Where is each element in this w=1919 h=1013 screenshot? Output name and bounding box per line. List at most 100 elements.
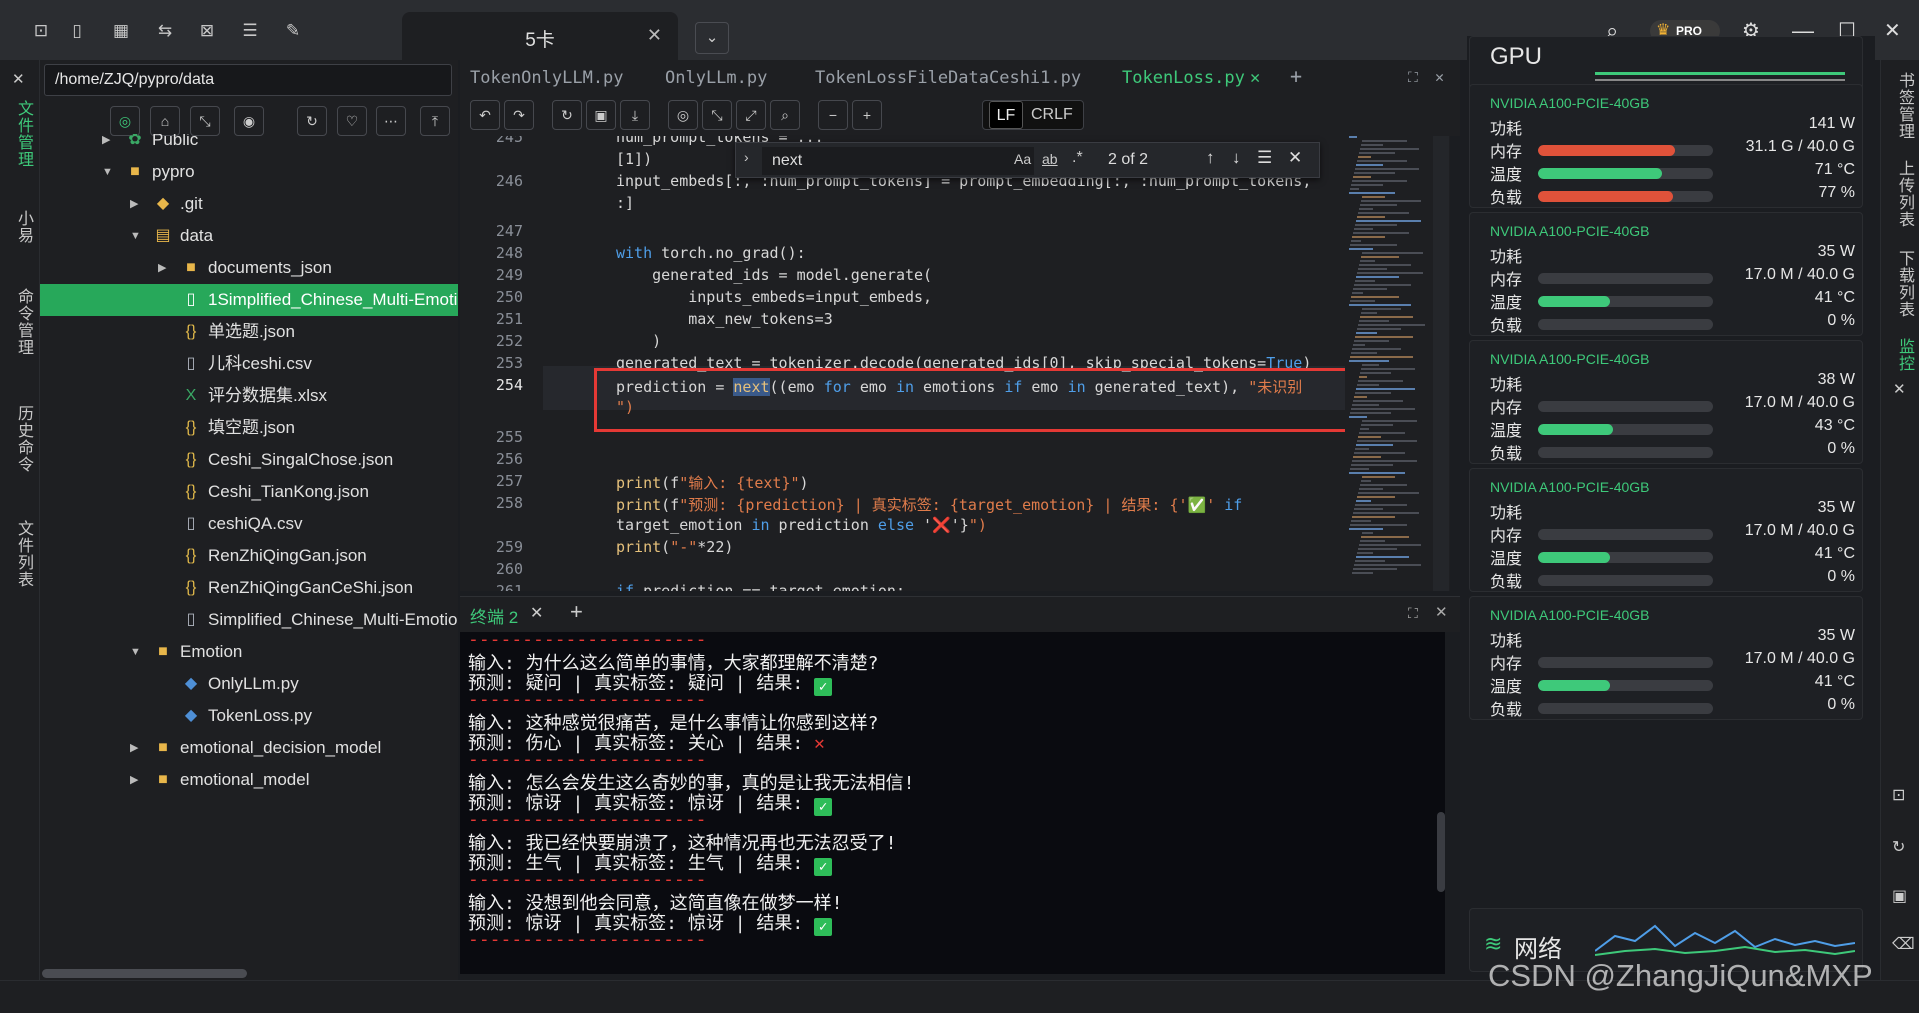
close-icon[interactable]: ✕ — [1288, 148, 1302, 168]
window-close-icon[interactable]: ✕ — [1884, 18, 1901, 43]
rail-monitor[interactable]: 监控 — [1892, 338, 1916, 372]
code-line[interactable]: max_new_tokens=3 — [616, 310, 833, 328]
whole-word-toggle[interactable]: ab — [1042, 151, 1058, 167]
undo-icon[interactable]: ↶ — [470, 100, 500, 130]
horizontal-scrollbar[interactable] — [42, 969, 247, 978]
refresh-icon[interactable]: ↻ — [1892, 837, 1905, 857]
close-icon[interactable]: ✕ — [1435, 603, 1448, 621]
add-terminal-icon[interactable]: + — [570, 599, 583, 625]
chevron-right-icon[interactable]: ▶ — [130, 188, 138, 220]
tree-row[interactable]: {} Ceshi_TianKong.json — [40, 476, 458, 508]
terminal-icon[interactable]: ⊡ — [28, 18, 54, 44]
tree-row[interactable]: ◆ OnlyLLm.py — [40, 668, 458, 700]
path-input[interactable] — [44, 64, 452, 96]
code-line[interactable]: with torch.no_grad(): — [616, 244, 806, 262]
heart-icon[interactable]: ♡ — [337, 106, 367, 136]
code-line[interactable]: generated_ids = model.generate( — [616, 266, 932, 284]
tree-row[interactable]: {} RenZhiQingGanCeShi.json — [40, 572, 458, 604]
wrench-icon[interactable]: ✎ — [280, 18, 306, 44]
list-icon[interactable]: ☰ — [237, 18, 263, 44]
find-input[interactable] — [762, 147, 1034, 175]
layout-icon[interactable]: ▦ — [108, 18, 134, 44]
terminal-icon[interactable]: ⊡ — [1892, 785, 1905, 805]
code-line[interactable]: target_emotion in prediction else '❌'}") — [616, 516, 987, 534]
crlf-option[interactable]: CRLF — [1031, 101, 1073, 129]
close-icon[interactable]: ✕ — [1435, 68, 1444, 86]
zoom-in-icon[interactable]: + — [852, 100, 882, 130]
tree-row[interactable]: ▶ ■ documents_json — [40, 252, 458, 284]
arrow-down-icon[interactable]: ↓ — [1232, 148, 1241, 168]
minimap[interactable] — [1345, 136, 1450, 591]
expand-icon[interactable]: ⤢ — [736, 100, 766, 130]
tree-row[interactable]: ▼ ▤ data — [40, 220, 458, 252]
chevron-down-icon[interactable]: ▼ — [130, 636, 141, 668]
rail-file-manager[interactable]: 文件管理 — [11, 100, 35, 168]
chevron-right-icon[interactable]: ▶ — [102, 134, 110, 156]
add-tab-icon[interactable]: + — [1290, 64, 1302, 88]
refresh-icon[interactable]: ↻ — [297, 106, 327, 136]
code-line[interactable]: inputs_embeds=input_embeds, — [616, 288, 932, 306]
lf-option[interactable]: LF — [989, 101, 1023, 129]
chevron-down-icon[interactable]: ⌄ — [695, 22, 729, 54]
maximize-icon[interactable]: ⛶ — [1408, 605, 1418, 622]
collapse-icon[interactable]: ⤡ — [702, 100, 732, 130]
tree-row[interactable]: {} 填空题.json — [40, 412, 458, 444]
tree-row[interactable]: ▼ ■ Emotion — [40, 636, 458, 668]
code-line[interactable]: print(f"预测: {prediction} | 真实标签: {target… — [616, 494, 1242, 515]
chevron-right-icon[interactable]: › — [744, 149, 749, 165]
chevron-down-icon[interactable]: ▼ — [130, 220, 141, 252]
tab-tokenonlyllm[interactable]: TokenOnlyLLM.py — [470, 68, 624, 88]
arrow-up-icon[interactable]: ↑ — [1206, 148, 1215, 168]
close-icon[interactable]: ✕ — [12, 70, 25, 88]
download-icon[interactable]: ⤓ — [620, 100, 650, 130]
close-icon[interactable]: ✕ — [647, 25, 662, 46]
tab-terminal[interactable]: 终端 2 — [470, 603, 518, 628]
tree-row[interactable]: {} RenZhiQingGan.json — [40, 540, 458, 572]
rail-file-list[interactable]: 文件列表 — [11, 520, 35, 588]
rail-bookmarks[interactable]: 书签管理 — [1892, 72, 1916, 140]
tree-row[interactable]: {} 单选题.json — [40, 316, 458, 348]
minimap-scrollbar[interactable] — [1433, 136, 1449, 591]
tree-row[interactable]: ▯ 1Simplified_Chinese_Multi-Emotion_Dialo… — [40, 284, 458, 316]
search-icon[interactable]: ⌕ — [770, 100, 800, 130]
tree-row[interactable]: ▶ ■ emotional_decision_model — [40, 732, 458, 764]
chevron-right-icon[interactable]: ▶ — [130, 764, 138, 796]
find-in-selection-icon[interactable]: ☰ — [1257, 148, 1272, 168]
tab-onlyllm[interactable]: OnlyLLm.py — [665, 68, 767, 88]
code-line[interactable]: print(f"输入: {text}") — [616, 472, 809, 493]
tree-row[interactable]: X 评分数据集.xlsx — [40, 380, 458, 412]
tab-tokenloss[interactable]: TokenLoss.py — [1122, 68, 1245, 88]
code-line[interactable]: ) — [616, 332, 661, 350]
code-line[interactable]: if prediction == target_emotion: — [616, 582, 905, 591]
tree-row[interactable]: ▯ Simplified_Chinese_Multi-Emotion_Dialog… — [40, 604, 458, 636]
compass-icon[interactable]: ◎ — [668, 100, 698, 130]
session-tab[interactable]: 5卡 ✕ — [402, 12, 678, 60]
tree-row[interactable]: ▼ ■ pypro — [40, 156, 458, 188]
match-case-toggle[interactable]: Aa — [1014, 151, 1031, 167]
save-icon[interactable]: ▣ — [1892, 886, 1907, 906]
eye-icon[interactable]: ◉ — [234, 106, 264, 136]
close-icon[interactable]: ✕ — [1893, 380, 1906, 398]
tree-row[interactable]: ▯ ceshiQA.csv — [40, 508, 458, 540]
rail-uploads[interactable]: 上传列表 — [1892, 160, 1916, 228]
upload-icon[interactable]: ⤒ — [420, 106, 450, 136]
code-editor[interactable]: 245 246 247 248 249 250 251 252 253 254 255 256 257 2… — [460, 136, 1345, 591]
maximize-icon[interactable]: ⛶ — [1408, 70, 1418, 86]
home-icon[interactable]: ⌂ — [150, 106, 180, 136]
code-line[interactable]: print("-"*22) — [616, 538, 733, 556]
console-icon[interactable]: ⊠ — [194, 18, 220, 44]
terminal-output[interactable]: ---------------------- 输入: 为什么这么简单的事情，大家都… — [460, 632, 1445, 974]
chevron-down-icon[interactable]: ▼ — [102, 156, 113, 188]
locate-icon[interactable]: ◎ — [110, 106, 140, 136]
more-icon[interactable]: ⋯ — [376, 106, 406, 136]
close-icon[interactable]: ✕ — [530, 603, 543, 623]
chevron-right-icon[interactable]: ▶ — [130, 732, 138, 764]
collapse-icon[interactable]: ⤡ — [190, 106, 220, 136]
terminal-scrollbar[interactable] — [1437, 812, 1445, 892]
zoom-out-icon[interactable]: − — [818, 100, 848, 130]
tree-row[interactable]: {} Ceshi_SingalChose.json — [40, 444, 458, 476]
code-line[interactable]: :] — [616, 194, 634, 212]
reload-icon[interactable]: ↻ — [552, 100, 582, 130]
tab-tokenlossfiledataceshi1[interactable]: TokenLossFileDataCeshi1.py — [815, 68, 1081, 88]
save-icon[interactable]: ▣ — [586, 100, 616, 130]
